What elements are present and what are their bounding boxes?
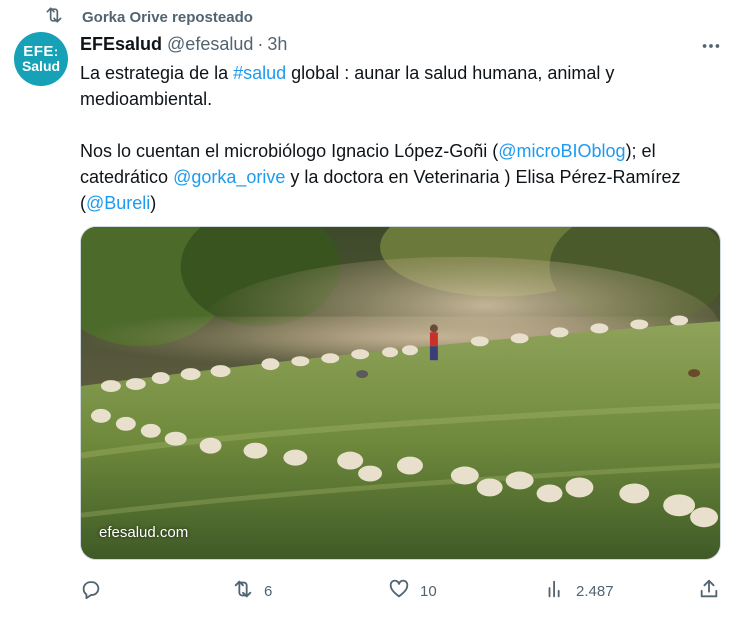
reply-button[interactable]: [80, 578, 112, 604]
timestamp[interactable]: 3h: [267, 33, 287, 55]
views-button[interactable]: 2.487: [544, 578, 614, 604]
tweet-header: EFEsalud @efesalud · 3h: [80, 33, 287, 55]
author-handle[interactable]: @efesalud: [167, 33, 253, 55]
like-button[interactable]: 10: [388, 578, 437, 604]
avatar-logo-subtext: Salud: [21, 58, 61, 74]
repost-indicator: [44, 6, 64, 28]
avatar[interactable]: EFE: Salud: [14, 32, 68, 86]
repost-icon: [232, 578, 254, 604]
more-options-icon[interactable]: [698, 36, 724, 56]
share-icon: [698, 578, 720, 604]
reply-icon: [80, 578, 102, 604]
share-button[interactable]: [698, 578, 720, 604]
mention-link[interactable]: @gorka_orive: [173, 167, 285, 187]
repost-button[interactable]: 6: [232, 578, 272, 604]
sheep-field-photo: [81, 227, 720, 559]
media-watermark: efesalud.com: [99, 524, 189, 541]
tweet-paragraph-1: La estrategia de la #salud global : auna…: [80, 63, 615, 109]
repost-icon: [44, 5, 64, 30]
reposter-link[interactable]: Gorka Orive reposteado: [82, 9, 253, 26]
heart-icon: [388, 578, 410, 604]
tweet-paragraph-2: Nos lo cuentan el microbiólogo Ignacio L…: [80, 141, 681, 213]
views-count: 2.487: [576, 582, 614, 600]
analytics-icon: [544, 578, 566, 604]
mention-link[interactable]: @microBIOblog: [498, 141, 625, 161]
avatar-logo-text: EFE:: [23, 43, 59, 60]
author-name[interactable]: EFEsalud: [80, 33, 162, 55]
mention-link[interactable]: @Bureli: [86, 193, 150, 213]
repost-count: 6: [264, 582, 273, 600]
separator-dot: ·: [257, 34, 264, 54]
tweet-text: La estrategia de la #salud global : auna…: [80, 60, 720, 216]
tweet-action-bar: 6 10 2.487: [78, 578, 728, 604]
tweet-media-image[interactable]: efesalud.com: [80, 226, 721, 560]
hashtag-link[interactable]: #salud: [233, 63, 286, 83]
like-count: 10: [420, 582, 437, 600]
